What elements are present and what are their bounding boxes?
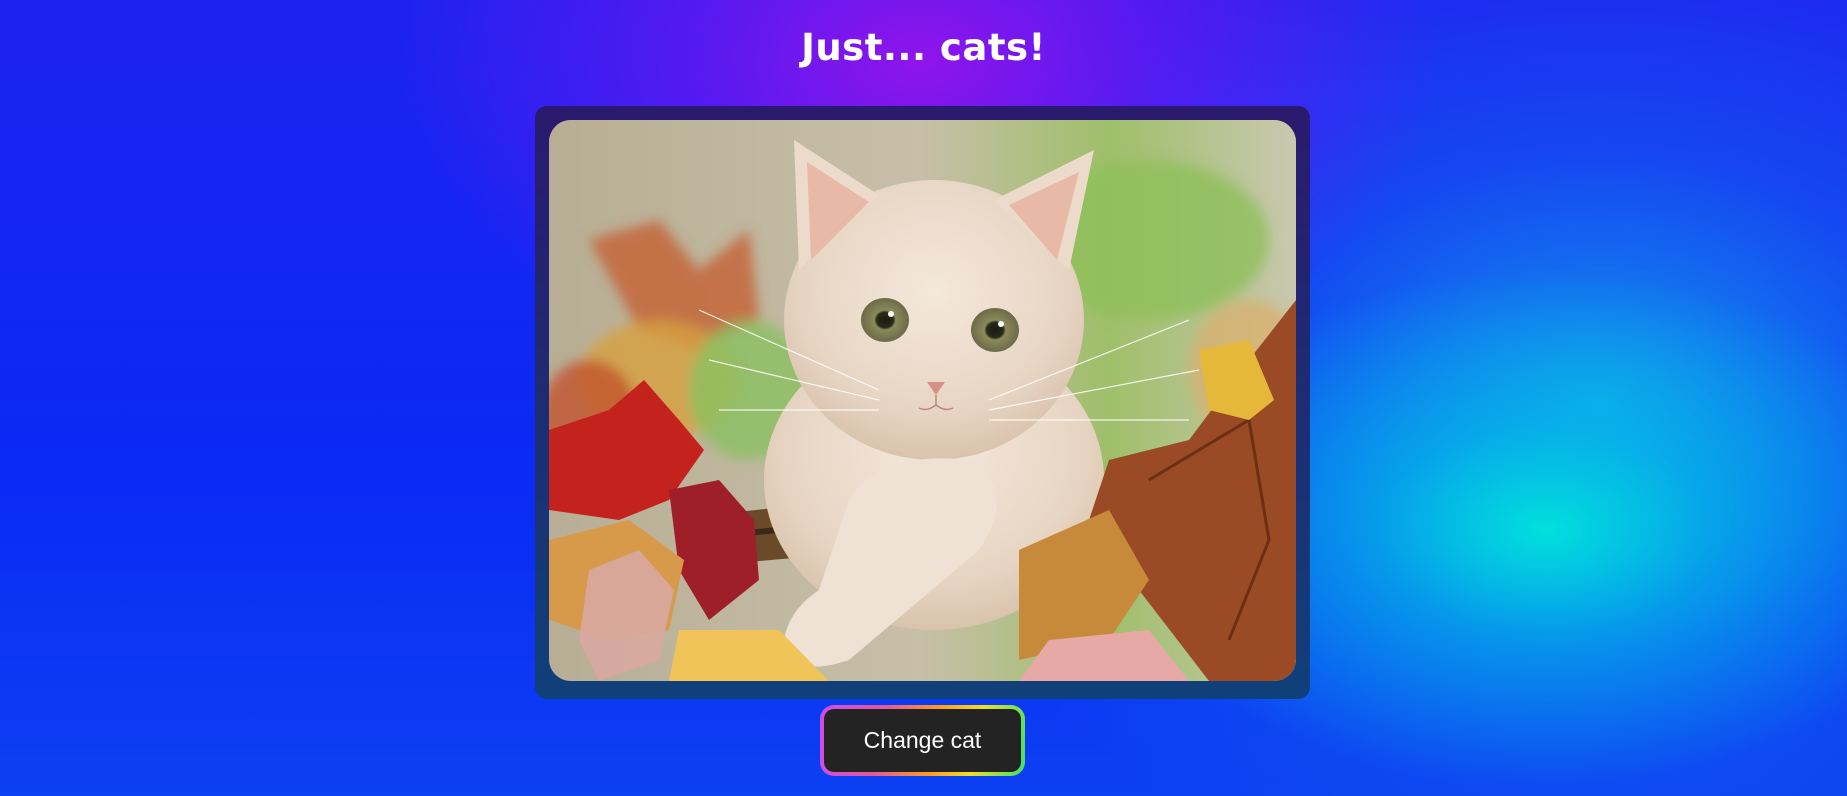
page-title: Just... cats! xyxy=(801,26,1046,69)
photo-frame xyxy=(535,106,1310,699)
cat-photo xyxy=(549,120,1296,681)
change-cat-button[interactable]: Change cat xyxy=(824,709,1021,772)
change-cat-button-border: Change cat xyxy=(820,705,1025,776)
